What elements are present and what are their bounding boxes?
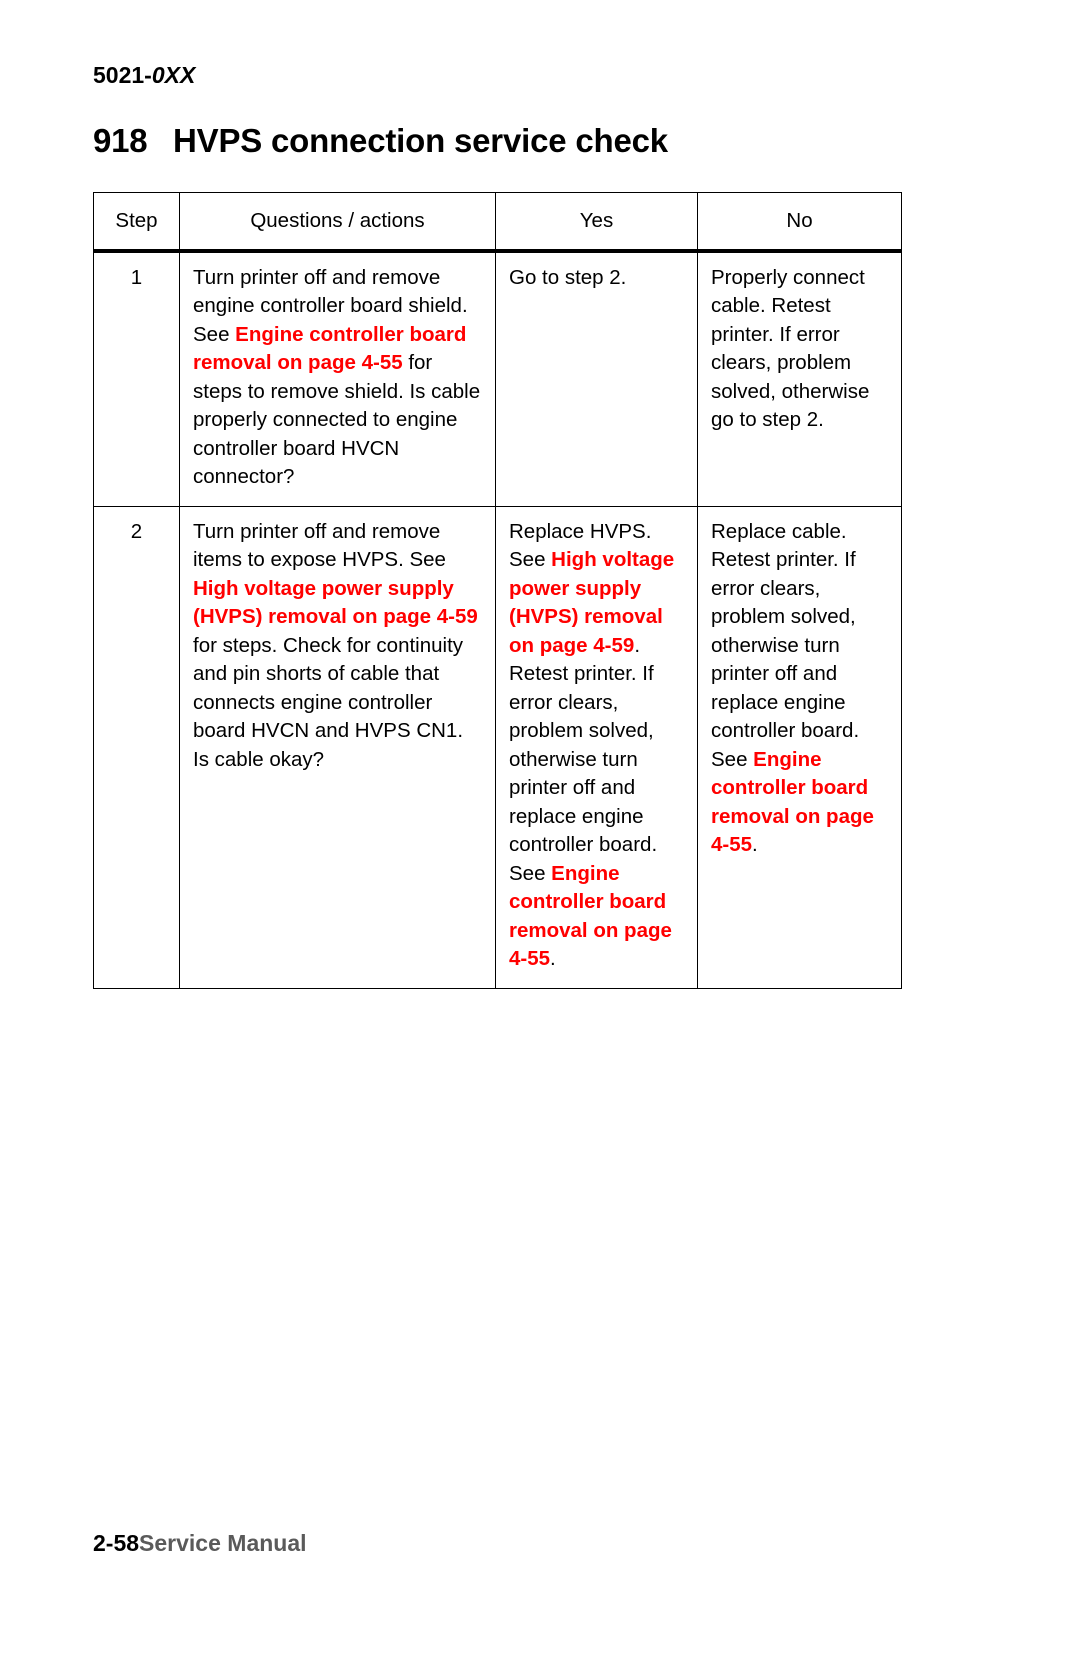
yes-run-text-4: . xyxy=(550,947,556,970)
running-head: 5021-0XX xyxy=(93,62,195,89)
table-header-row: Step Questions / actions Yes No xyxy=(93,192,902,253)
no-run-text-2: . xyxy=(752,833,758,856)
service-check-table: Step Questions / actions Yes No 1 Turn pr… xyxy=(93,192,902,989)
section-number: 918 xyxy=(93,122,148,159)
cell-questions-actions: Turn printer off and remove items to exp… xyxy=(179,505,496,989)
footer-manual-label: Service Manual xyxy=(139,1530,307,1556)
no-run-text-0: Properly connect cable. Retest printer. … xyxy=(711,265,870,432)
questions-run-text-2: for steps. Check for continuity and pin … xyxy=(193,633,464,771)
cell-questions-actions: Turn printer off and remove engine contr… xyxy=(179,250,496,507)
table-body: 1 Turn printer off and remove engine cont… xyxy=(93,250,902,989)
running-head-model: 5021- xyxy=(93,62,152,88)
questions-run-text-0: Turn printer off and remove items to exp… xyxy=(193,519,446,572)
no-run-text-0: Replace cable. Retest printer. If error … xyxy=(711,519,860,771)
column-header-questions: Questions / actions xyxy=(179,192,496,253)
yes-run-text-0: Go to step 2. xyxy=(509,265,627,289)
cell-yes: Go to step 2. xyxy=(495,250,698,507)
questions-run-link-1[interactable]: High voltage power supply (HVPS) removal… xyxy=(193,577,478,629)
table-header: Step Questions / actions Yes No xyxy=(93,192,902,253)
column-header-yes: Yes xyxy=(495,192,698,253)
cell-step: 1 xyxy=(93,250,180,507)
page-title: 918 HVPS connection service check xyxy=(93,122,668,160)
cell-step: 2 xyxy=(93,505,180,989)
yes-run-text-2: . Retest printer. If error clears, probl… xyxy=(509,633,658,885)
footer-page-number: 2-58 xyxy=(93,1530,140,1556)
cell-yes: Replace HVPS. See High voltage power sup… xyxy=(495,505,698,989)
table-row: 2 Turn printer off and remove items to ex… xyxy=(93,505,902,989)
section-heading-text: HVPS connection service check xyxy=(173,122,668,159)
column-header-step: Step xyxy=(93,192,180,253)
page-footer: 2-58Service Manual xyxy=(93,1530,307,1557)
cell-no: Properly connect cable. Retest printer. … xyxy=(697,250,902,507)
running-head-suffix: 0XX xyxy=(151,62,196,88)
manual-page: 5021-0XX 918 HVPS connection service chec… xyxy=(0,0,1080,1669)
cell-no: Replace cable. Retest printer. If error … xyxy=(697,505,902,989)
column-header-no: No xyxy=(697,192,902,253)
table-row: 1 Turn printer off and remove engine cont… xyxy=(93,250,902,507)
